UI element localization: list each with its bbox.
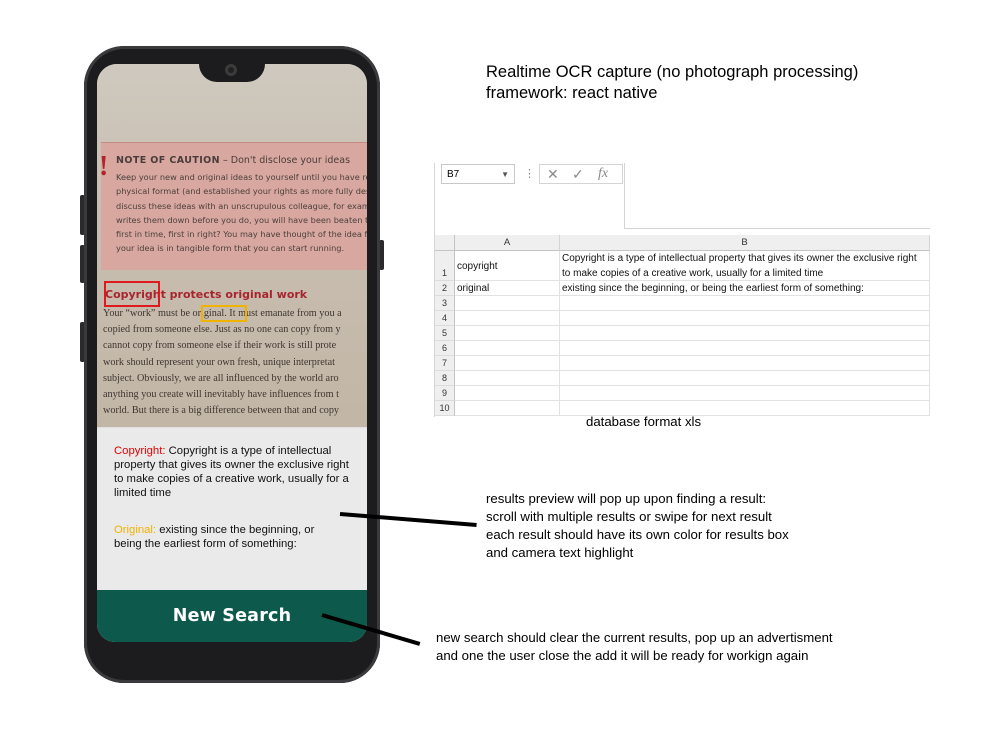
result-key: Copyright: bbox=[114, 445, 166, 457]
caution-box: ! NOTE OF CAUTION – Don't disclose your … bbox=[99, 142, 367, 270]
book-line: subject. Obviously, we are all influence… bbox=[103, 372, 339, 384]
caution-line: physical format (and established your ri… bbox=[116, 186, 367, 197]
caution-line: Keep your new and original ideas to your… bbox=[116, 172, 367, 182]
cell-a6[interactable] bbox=[455, 341, 560, 356]
column-header-b[interactable]: B bbox=[560, 235, 930, 251]
result-item-original[interactable]: Original: existing since the beginning, … bbox=[114, 523, 334, 551]
camera-feed: ! NOTE OF CAUTION – Don't disclose your … bbox=[97, 64, 367, 427]
result-key: Original: bbox=[114, 524, 157, 536]
fx-icon[interactable]: fx bbox=[598, 166, 608, 182]
front-camera-icon bbox=[225, 64, 237, 76]
formula-buttons: ✕ ✓ fx bbox=[539, 164, 623, 184]
row-header[interactable]: 8 bbox=[435, 371, 455, 386]
cell-b4[interactable] bbox=[560, 311, 930, 326]
enter-icon[interactable]: ✓ bbox=[572, 166, 584, 183]
book-line: anything you create will inevitably have… bbox=[103, 389, 339, 401]
select-all-corner[interactable] bbox=[435, 235, 455, 251]
cell-a10[interactable] bbox=[455, 401, 560, 416]
caution-line: writes them down before you do, you will… bbox=[116, 214, 367, 225]
cell-b6[interactable] bbox=[560, 341, 930, 356]
row-header[interactable]: 6 bbox=[435, 341, 455, 356]
cell-a5[interactable] bbox=[455, 326, 560, 341]
row-header[interactable]: 9 bbox=[435, 386, 455, 401]
cell-b1[interactable]: Copyright is a type of intellectual prop… bbox=[560, 251, 930, 281]
ocr-highlight-original[interactable] bbox=[201, 305, 247, 322]
row-header[interactable]: 10 bbox=[435, 401, 455, 416]
row-header[interactable]: 4 bbox=[435, 311, 455, 326]
exclamation-icon: ! bbox=[99, 151, 109, 182]
xls-caption: database format xls bbox=[586, 414, 702, 429]
spec-title: Realtime OCR capture (no photograph proc… bbox=[486, 63, 859, 102]
more-icon: ⋮ bbox=[524, 168, 535, 180]
row-header[interactable]: 3 bbox=[435, 296, 455, 311]
cell-a8[interactable] bbox=[455, 371, 560, 386]
row-header[interactable]: 2 bbox=[435, 281, 455, 296]
ocr-highlight-copyright[interactable] bbox=[104, 281, 160, 307]
cell-a1[interactable]: copyright bbox=[455, 251, 560, 281]
row-header[interactable]: 1 bbox=[435, 251, 455, 281]
cell-a3[interactable] bbox=[455, 296, 560, 311]
cell-b9[interactable] bbox=[560, 386, 930, 401]
caution-line: your idea is in tangible form that you c… bbox=[116, 243, 345, 254]
book-line: world. But there is a big difference bet… bbox=[103, 405, 340, 417]
result-item-copyright[interactable]: Copyright: Copyright is a type of intell… bbox=[114, 444, 349, 500]
cell-b5[interactable] bbox=[560, 326, 930, 341]
spreadsheet: B7 ▼ ⋮ ✕ ✓ fx A B 1 copyright Copyright i… bbox=[434, 163, 930, 417]
chevron-down-icon[interactable]: ▼ bbox=[501, 165, 509, 185]
formula-bar[interactable] bbox=[624, 163, 930, 229]
book-line: cannot copy from someone else if their w… bbox=[103, 340, 337, 352]
cell-b3[interactable] bbox=[560, 296, 930, 311]
phone-screen: ! NOTE OF CAUTION – Don't disclose your … bbox=[97, 64, 367, 642]
cell-a4[interactable] bbox=[455, 311, 560, 326]
book-line: work should represent your own fresh, un… bbox=[103, 356, 335, 368]
results-preview[interactable]: Copyright: Copyright is a type of intell… bbox=[97, 427, 367, 591]
row-header[interactable]: 5 bbox=[435, 326, 455, 341]
new-search-note: new search should clear the current resu… bbox=[436, 630, 833, 663]
caution-text: Keep your new and original ideas to your… bbox=[116, 170, 367, 256]
name-box[interactable]: B7 ▼ bbox=[441, 164, 515, 184]
book-body-text: Your “work” must be original. It must em… bbox=[103, 306, 367, 419]
column-header-a[interactable]: A bbox=[455, 235, 560, 251]
cell-b2[interactable]: existing since the beginning, or being t… bbox=[560, 281, 930, 296]
caution-title: NOTE OF CAUTION – Don't disclose your id… bbox=[116, 155, 351, 166]
cell-b8[interactable] bbox=[560, 371, 930, 386]
caution-line: first in time, first in right? You may h… bbox=[116, 229, 367, 240]
cell-a7[interactable] bbox=[455, 356, 560, 371]
results-note: results preview will pop up upon finding… bbox=[486, 491, 789, 560]
cell-a2[interactable]: original bbox=[455, 281, 560, 296]
row-header[interactable]: 7 bbox=[435, 356, 455, 371]
cell-a9[interactable] bbox=[455, 386, 560, 401]
caution-line: discuss these ideas with an unscrupulous… bbox=[116, 200, 367, 211]
cell-b7[interactable] bbox=[560, 356, 930, 371]
book-line: copied from someone else. Just as no one… bbox=[103, 324, 341, 336]
cancel-icon[interactable]: ✕ bbox=[547, 166, 559, 183]
